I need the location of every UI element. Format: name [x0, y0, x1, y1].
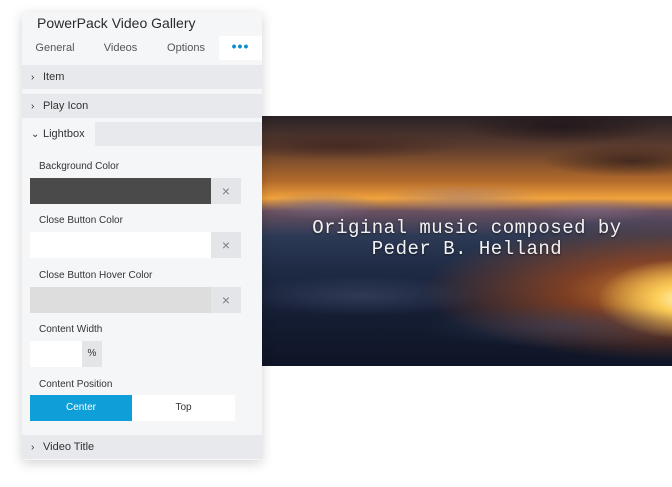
more-tabs-icon[interactable]: ••• [219, 36, 262, 60]
clear-background-color-icon[interactable]: × [211, 178, 241, 204]
clear-close-button-hover-color-icon[interactable]: × [211, 287, 241, 313]
panel-title: PowerPack Video Gallery [37, 15, 196, 31]
content-width-input[interactable] [30, 341, 82, 367]
cloud-layer-top [262, 116, 672, 176]
section-play-icon[interactable]: › Play Icon [22, 94, 262, 118]
video-caption: Original music composed by Peder B. Hell… [312, 217, 622, 260]
cloud-layer [262, 186, 672, 366]
section-lightbox-tab[interactable]: ⌄ Lightbox [22, 122, 95, 146]
chevron-right-icon: › [31, 72, 35, 83]
video-preview[interactable]: Original music composed by Peder B. Hell… [262, 116, 672, 366]
section-lightbox[interactable]: ⌄ Lightbox [22, 122, 262, 146]
content-position-label: Content Position [39, 379, 113, 390]
section-video-title-label: Video Title [43, 441, 95, 453]
close-button-color-label: Close Button Color [39, 215, 123, 226]
section-play-icon-label: Play Icon [43, 100, 89, 112]
background-color-label: Background Color [39, 161, 120, 172]
chevron-right-icon: › [31, 442, 35, 453]
section-lightbox-label: Lightbox [43, 128, 85, 140]
settings-panel: PowerPack Video Gallery General Videos O… [22, 12, 262, 460]
section-video-title[interactable]: › Video Title [22, 435, 262, 459]
close-button-hover-color-label: Close Button Hover Color [39, 270, 153, 281]
clear-close-button-color-icon[interactable]: × [211, 232, 241, 258]
content-width-unit: % [82, 341, 102, 367]
section-item[interactable]: › Item [22, 65, 262, 89]
chevron-right-icon: › [31, 101, 35, 112]
section-item-label: Item [43, 71, 65, 83]
close-button-hover-color-swatch[interactable] [30, 287, 211, 313]
chevron-down-icon: ⌄ [31, 129, 40, 140]
close-button-color-swatch[interactable] [30, 232, 211, 258]
background-color-swatch[interactable] [30, 178, 211, 204]
content-width-label: Content Width [39, 324, 103, 335]
content-position-center-button[interactable]: Center [30, 395, 132, 421]
content-position-top-button[interactable]: Top [132, 395, 235, 421]
